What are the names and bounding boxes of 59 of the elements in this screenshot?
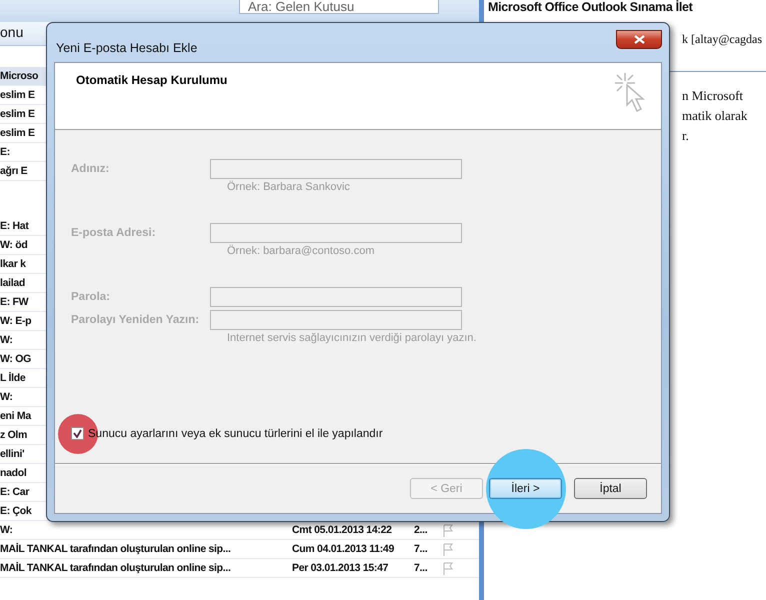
body-text: matik olarak <box>682 107 748 125</box>
message-subject: MAİL TANKAL tarafından oluşturulan online sip... <box>0 543 231 555</box>
column-header[interactable]: onu <box>0 24 24 45</box>
field-label: Adınız: <box>71 163 110 175</box>
message-size: 2... <box>414 524 428 536</box>
search-field[interactable]: Ara: Gelen Kutusu <box>239 0 439 14</box>
sender-text: k [altay@cagdas <box>682 32 764 47</box>
message-subject: ellini' <box>0 448 24 460</box>
flag-icon[interactable] <box>442 542 454 556</box>
message-row[interactable]: MAİL TANKAL tarafından oluşturulan online sip... Cum 04.01.2013 11:49 7... <box>0 540 479 559</box>
message-subject: E: Hat <box>0 220 29 232</box>
message-subject: E: FW <box>0 296 28 308</box>
body-text: n Microsoft <box>682 87 744 105</box>
message-subject: E: Çok <box>0 505 32 517</box>
message-subject-heading: Microsoft Office Outlook Sınama İlet <box>488 0 694 16</box>
flag-icon[interactable] <box>442 562 454 574</box>
close-button[interactable] <box>616 30 662 49</box>
field-hint: Örnek: Barbara Sankovic <box>227 181 350 193</box>
message-subject: L İlde <box>0 372 26 384</box>
message-row[interactable]: MAİL TANKAL tarafından oluşturulan online sip... Per 03.01.2013 15:47 7... <box>0 559 479 578</box>
field-hint: Internet servis sağlayıcınızın verdiği parolayı yazın. <box>227 332 476 344</box>
message-date: Cum 04.01.2013 11:49 <box>292 543 394 555</box>
check-icon <box>73 429 82 438</box>
message-subject: eni Ma <box>0 410 31 422</box>
page-heading: Otomatik Hesap Kurulumu <box>76 73 228 89</box>
field-label: Parola: <box>71 291 111 303</box>
message-date: Cmt 05.01.2013 14:22 <box>292 524 392 536</box>
message-size: 7... <box>414 562 428 574</box>
body-text: r. <box>682 127 690 145</box>
field-label: E-posta Adresi: <box>71 227 157 239</box>
message-subject: W: E-p <box>0 315 32 327</box>
flag-icon[interactable] <box>442 524 454 536</box>
message-subject: eslim E <box>0 108 35 120</box>
checkbox[interactable] <box>71 427 84 440</box>
message-subject: W: <box>0 524 13 536</box>
message-subject: W: <box>0 391 13 403</box>
message-size: 7... <box>414 543 428 555</box>
close-icon <box>634 35 644 44</box>
field-hint: Örnek: barbara@contoso.com <box>227 245 375 257</box>
message-subject: eslim E <box>0 89 35 101</box>
message-date: Per 03.01.2013 15:47 <box>292 562 388 574</box>
field-label: Parolayı Yeniden Yazın: <box>71 314 200 326</box>
cursor-sparkle-icon <box>615 73 647 113</box>
message-subject: W: OG <box>0 353 31 365</box>
window-title: Yeni E-posta Hesabı Ekle <box>56 40 198 54</box>
message-subject: z Olm <box>0 429 28 441</box>
message-subject: W: öd <box>0 239 28 251</box>
message-subject: lkar k <box>0 258 26 270</box>
message-subject: ağrı E <box>0 165 28 177</box>
wizard-button[interactable]: İptal <box>574 478 647 499</box>
message-subject: E: <box>0 146 10 158</box>
message-subject: W: <box>0 334 13 346</box>
message-subject: E: Car <box>0 486 30 498</box>
wizard-button[interactable]: İleri > <box>489 478 562 499</box>
message-subject: eslim E <box>0 127 35 139</box>
message-subject: nadol <box>0 467 26 479</box>
message-subject: lailad <box>0 277 26 289</box>
message-subject: MAİL TANKAL tarafından oluşturulan online sip... <box>0 562 231 574</box>
message-subject: Microso <box>0 70 38 82</box>
